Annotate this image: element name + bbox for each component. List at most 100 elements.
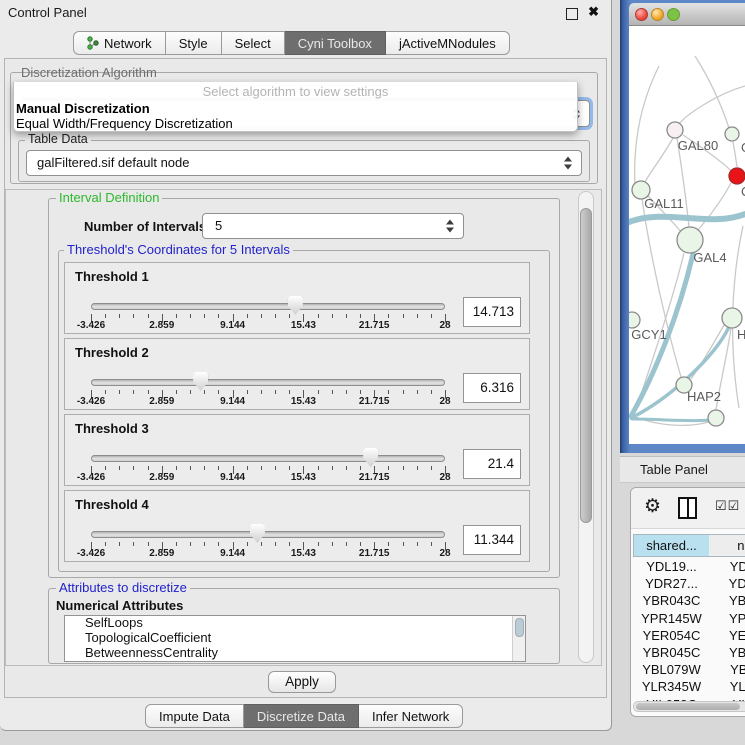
- table-panel: ⚙ ☑☑ shared... na YDL19...YDL1YDR27...YD…: [630, 487, 745, 717]
- slider-scale-label: 9.144: [220, 548, 245, 559]
- column-header-shared-name[interactable]: shared...: [633, 534, 710, 557]
- slider-thumb[interactable]: [363, 448, 378, 467]
- table-row[interactable]: YPR145WYPR1: [633, 610, 745, 627]
- number-of-intervals-value: 5: [215, 214, 222, 238]
- network-graph: GAL80GACGAL11GAL4GCY1HHAP2: [629, 26, 745, 444]
- cell-shared-name: YLR345W: [633, 678, 710, 695]
- tab-jactivemnodules[interactable]: jActiveMNodules: [386, 31, 510, 55]
- discretization-algorithm-title: Discretization Algorithm: [18, 66, 160, 79]
- close-traffic-light-icon[interactable]: [635, 8, 648, 21]
- table-row[interactable]: YBR045CYBR0: [633, 644, 745, 661]
- slider-track[interactable]: [91, 379, 445, 386]
- cell-name: YPR1: [710, 610, 745, 627]
- close-icon[interactable]: ✖: [588, 4, 599, 20]
- numerical-attributes-list[interactable]: SelfLoopsTopologicalCoefficientBetweenne…: [64, 615, 526, 662]
- network-edge: [695, 56, 729, 128]
- network-node[interactable]: [722, 308, 742, 328]
- network-node[interactable]: [629, 312, 640, 328]
- slider-tick: [204, 466, 205, 470]
- tab-label: Impute Data: [159, 705, 230, 728]
- slider-tick: [289, 390, 290, 394]
- slider-tick: [417, 542, 418, 546]
- algorithm-option[interactable]: Equal Width/Frequency Discretization: [14, 116, 577, 131]
- tab-style[interactable]: Style: [166, 31, 222, 55]
- scrollbar-thumb[interactable]: [515, 618, 524, 637]
- panel-vertical-scrollbar[interactable]: [578, 191, 594, 663]
- slider-tick: [247, 390, 248, 394]
- cell-shared-name: YPR145W: [633, 610, 710, 627]
- network-node[interactable]: [667, 122, 683, 138]
- table-row[interactable]: YBR043CYBR0: [633, 592, 745, 609]
- threshold-value-field[interactable]: 6.316: [463, 373, 521, 403]
- minimize-traffic-light-icon[interactable]: [651, 8, 664, 21]
- tab-select[interactable]: Select: [222, 31, 285, 55]
- tab-discretize-data[interactable]: Discretize Data: [244, 704, 359, 728]
- slider-track[interactable]: [91, 303, 445, 310]
- slider-scale-label: -3.426: [77, 320, 105, 331]
- zoom-traffic-light-icon[interactable]: [667, 8, 680, 21]
- scrollbar-thumb[interactable]: [580, 208, 592, 523]
- tab-network[interactable]: Network: [73, 31, 166, 55]
- network-view-window[interactable]: GAL80GACGAL11GAL4GCY1HHAP2: [620, 0, 745, 453]
- network-node[interactable]: [708, 410, 724, 426]
- network-edge: [645, 138, 673, 182]
- list-vertical-scrollbar[interactable]: [512, 616, 525, 661]
- attribute-list-item[interactable]: SelfLoops: [65, 616, 525, 631]
- table-row[interactable]: YLR345WYLR3: [633, 678, 745, 695]
- slider-tick: [119, 390, 120, 394]
- slider-tick: [346, 466, 347, 470]
- number-of-intervals-spinner[interactable]: 5: [202, 213, 464, 239]
- table-row[interactable]: YBL079WYBL0: [633, 661, 745, 678]
- slider-tick: [403, 542, 404, 546]
- algorithm-prompt-item[interactable]: Select algorithm to view settings: [14, 82, 577, 101]
- tab-impute-data[interactable]: Impute Data: [145, 704, 244, 728]
- slider-tick: [204, 390, 205, 394]
- table-horizontal-scrollbar[interactable]: [633, 701, 745, 712]
- network-canvas[interactable]: GAL80GACGAL11GAL4GCY1HHAP2: [629, 26, 745, 444]
- slider-track[interactable]: [91, 531, 445, 538]
- slider-tick: [119, 542, 120, 546]
- tab-cyni-toolbox[interactable]: Cyni Toolbox: [285, 31, 386, 55]
- cell-name: YDL1: [710, 558, 745, 575]
- table-data-combobox[interactable]: galFiltered.sif default node: [26, 150, 582, 176]
- slider-tick: [105, 542, 106, 546]
- attribute-list-item[interactable]: BetweennessCentrality: [65, 646, 525, 661]
- slider-scale-label: 21.715: [359, 396, 390, 407]
- slider-track[interactable]: [91, 455, 445, 462]
- slider-scale-label: 2.859: [149, 548, 174, 559]
- slider-scale-label: 21.715: [359, 548, 390, 559]
- network-node[interactable]: [725, 127, 739, 141]
- slider-tick: [119, 314, 120, 318]
- network-node[interactable]: [729, 168, 745, 184]
- tab-label: jActiveMNodules: [399, 32, 496, 55]
- attribute-list-item[interactable]: TopologicalCoefficient: [65, 631, 525, 646]
- slider-thumb[interactable]: [288, 296, 303, 315]
- cell-shared-name: YDR27...: [633, 575, 710, 592]
- slider-tick: [247, 314, 248, 318]
- slider-tick: [275, 314, 276, 318]
- tab-label: Style: [179, 32, 208, 55]
- threshold-value-field[interactable]: 21.4: [463, 449, 521, 479]
- table-row[interactable]: YDR27...YDR2: [633, 575, 745, 592]
- table-row[interactable]: YDL19...YDL1: [633, 558, 745, 575]
- float-window-icon[interactable]: [566, 8, 578, 20]
- slider-scale-label: 9.144: [220, 472, 245, 483]
- slider-scale-label: 15.43: [291, 320, 316, 331]
- scrollbar-thumb[interactable]: [636, 703, 740, 710]
- slider-thumb[interactable]: [250, 524, 265, 543]
- apply-button[interactable]: Apply: [268, 671, 336, 693]
- slider-tick: [403, 314, 404, 318]
- tab-infer-network[interactable]: Infer Network: [359, 704, 463, 728]
- algorithm-option[interactable]: Manual Discretization: [14, 101, 577, 116]
- interval-definition-title: Interval Definition: [56, 191, 162, 204]
- column-header-name[interactable]: na: [709, 534, 745, 557]
- table-row[interactable]: YER054CYER0: [633, 627, 745, 644]
- threshold-value-field[interactable]: 14.713: [463, 297, 521, 327]
- slider-tick: [431, 390, 432, 394]
- checkbox-icons[interactable]: ☑☑: [715, 498, 740, 514]
- columns-icon[interactable]: [678, 497, 697, 519]
- slider-scale-label: 28: [439, 320, 450, 331]
- slider-thumb[interactable]: [193, 372, 208, 391]
- threshold-value-field[interactable]: 11.344: [463, 525, 521, 555]
- gear-icon[interactable]: ⚙: [644, 495, 661, 518]
